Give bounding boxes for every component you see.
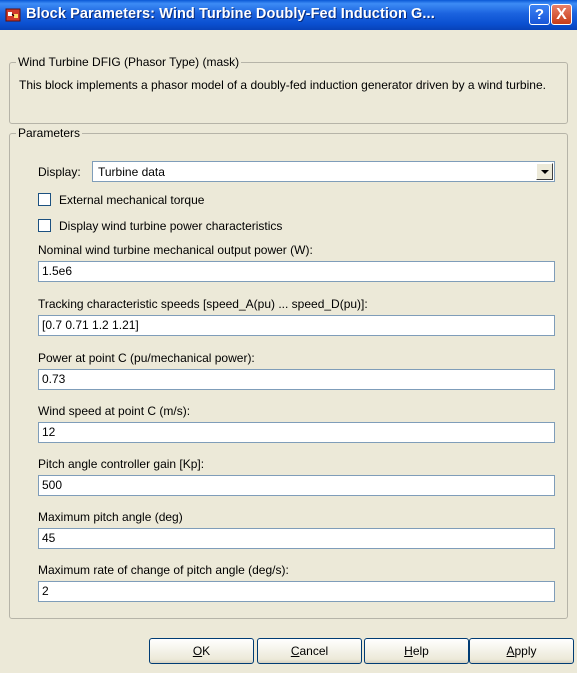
window-title: Block Parameters: Wind Turbine Doubly-Fe… (26, 6, 435, 22)
max-pitch-angle-label: Maximum pitch angle (deg) (38, 510, 183, 524)
nominal-power-field[interactable]: 1.5e6 (38, 261, 555, 282)
mask-group: Wind Turbine DFIG (Phasor Type) (mask) (9, 55, 568, 124)
simulink-block-icon (5, 8, 21, 22)
power-point-c-field[interactable]: 0.73 (38, 369, 555, 390)
display-select[interactable]: Turbine data (92, 161, 555, 182)
external-torque-label: External mechanical torque (59, 193, 205, 207)
tracking-speeds-label: Tracking characteristic speeds [speed_A(… (38, 297, 368, 311)
help-mnemonic: H (404, 644, 413, 658)
display-power-label: Display wind turbine power characteristi… (59, 219, 283, 233)
display-select-value: Turbine data (98, 165, 165, 179)
close-title-button[interactable]: X (551, 4, 572, 25)
display-power-checkbox[interactable] (38, 219, 51, 232)
ok-button[interactable]: OK (149, 638, 254, 664)
parameters-legend: Parameters (16, 126, 83, 140)
max-pitch-rate-field[interactable]: 2 (38, 581, 555, 602)
max-pitch-rate-label: Maximum rate of change of pitch angle (d… (38, 563, 289, 577)
external-torque-checkbox[interactable] (38, 193, 51, 206)
nominal-power-label: Nominal wind turbine mechanical output p… (38, 243, 313, 257)
apply-button[interactable]: Apply (469, 638, 574, 664)
tracking-speeds-field[interactable]: [0.7 0.71 1.2 1.21] (38, 315, 555, 336)
help-label: elp (412, 644, 429, 658)
max-pitch-angle-field[interactable]: 45 (38, 528, 555, 549)
wind-speed-label: Wind speed at point C (m/s): (38, 404, 191, 418)
help-button[interactable]: Help (364, 638, 469, 664)
power-point-c-label: Power at point C (pu/mechanical power): (38, 351, 255, 365)
ok-mnemonic: O (192, 644, 203, 658)
pitch-gain-field[interactable]: 500 (38, 475, 555, 496)
pitch-gain-label: Pitch angle controller gain [Kp]: (38, 457, 205, 471)
mask-description: This block implements a phasor model of … (19, 78, 546, 92)
title-bar[interactable]: Block Parameters: Wind Turbine Doubly-Fe… (0, 0, 577, 30)
chevron-down-icon[interactable] (536, 163, 553, 180)
mask-legend: Wind Turbine DFIG (Phasor Type) (mask) (16, 55, 242, 69)
wind-speed-field[interactable]: 12 (38, 422, 555, 443)
apply-label: pply (514, 644, 537, 658)
help-title-button[interactable]: ? (529, 4, 550, 25)
ok-label: K (202, 644, 211, 658)
display-label: Display: (38, 165, 81, 179)
cancel-button[interactable]: Cancel (257, 638, 362, 664)
cancel-label: ancel (299, 644, 329, 658)
apply-mnemonic: A (506, 644, 515, 658)
